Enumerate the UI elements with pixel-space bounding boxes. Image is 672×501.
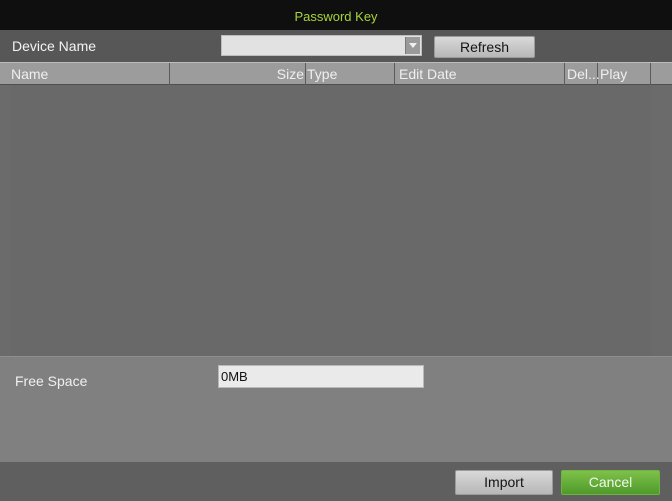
storage-info-panel: Free Space 0MB	[0, 356, 672, 463]
device-name-dropdown[interactable]	[221, 35, 422, 56]
column-header-delete[interactable]: Del...	[565, 63, 600, 85]
dialog-title: Password Key	[0, 0, 672, 30]
column-header-name[interactable]: Name	[0, 63, 170, 85]
column-header-play[interactable]: Play	[598, 63, 651, 85]
column-header-size[interactable]: Size	[170, 63, 306, 85]
free-space-value: 0MB	[218, 365, 424, 388]
cancel-button[interactable]: Cancel	[561, 470, 660, 495]
import-button[interactable]: Import	[455, 470, 553, 495]
file-table-body[interactable]	[10, 85, 651, 356]
password-key-dialog: Password Key Device Name Refresh Name Si…	[0, 0, 672, 501]
device-name-label: Device Name	[12, 38, 97, 54]
file-table-header: Name Size Type Edit Date Del... Play	[0, 62, 672, 85]
refresh-button[interactable]: Refresh	[434, 36, 535, 58]
free-space-label: Free Space	[15, 373, 88, 389]
column-header-edit-date[interactable]: Edit Date	[395, 63, 565, 85]
chevron-down-icon[interactable]	[405, 37, 420, 54]
column-header-type[interactable]: Type	[306, 63, 395, 85]
device-name-row: Device Name Refresh	[0, 30, 672, 62]
dialog-footer: Import Cancel	[0, 462, 672, 501]
